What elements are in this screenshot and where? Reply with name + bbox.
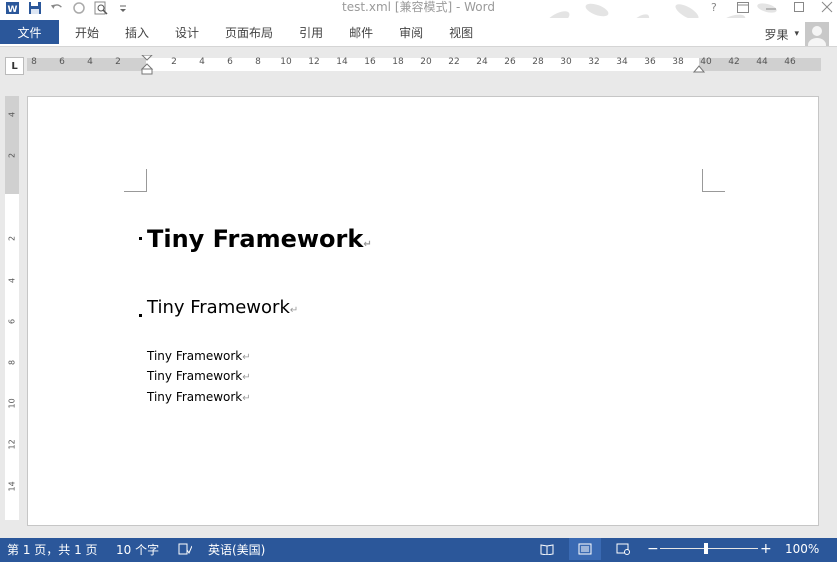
ruler-tick-label: 4 — [7, 277, 17, 284]
ribbon-tabs: 文件 开始 插入 设计 页面布局 引用 邮件 审阅 视图 罗果 ▾ — [0, 18, 837, 47]
ruler-tick-label: 6 — [7, 318, 17, 325]
close-icon[interactable] — [821, 1, 833, 13]
zoom-in-button[interactable]: + — [760, 538, 772, 560]
ruler-tick-label: 34 — [616, 57, 628, 67]
ruler-tick-label: 4 — [87, 57, 93, 67]
minimize-icon[interactable] — [765, 1, 777, 13]
ruler-tick-label: 4 — [7, 111, 17, 118]
tab-view[interactable]: 视图 — [436, 20, 486, 44]
horizontal-ruler[interactable]: L 8 6 4 2 2 4 6 8 10 12 14 16 18 20 22 24 26 28 30 32 34 36 38… — [0, 55, 837, 75]
ruler-tick-label: 14 — [7, 481, 17, 492]
web-layout-icon[interactable] — [616, 538, 630, 560]
ruler-tick-label: 30 — [560, 57, 572, 67]
tab-mailings[interactable]: 邮件 — [336, 20, 386, 44]
read-mode-icon[interactable] — [540, 538, 554, 560]
ruler-tick-label: 12 — [7, 439, 17, 450]
zoom-slider[interactable] — [660, 548, 758, 549]
zoom-slider-thumb[interactable] — [704, 543, 709, 554]
ruler-tick-label: 38 — [672, 57, 684, 67]
ruler-tick-label: 46 — [784, 57, 796, 67]
heading-bullet — [139, 314, 142, 317]
avatar — [805, 22, 829, 46]
ruler-tick-label: 8 — [255, 57, 261, 67]
ruler-tick-label: 2 — [171, 57, 177, 67]
tab-review[interactable]: 审阅 — [386, 20, 436, 44]
ruler-tick-label: 8 — [31, 57, 37, 67]
body-paragraph[interactable]: Tiny Framework↵ — [147, 390, 251, 404]
window-controls: ? — [709, 0, 833, 14]
ruler-tick-label: 14 — [336, 57, 348, 67]
indent-marker-icon[interactable] — [140, 55, 154, 75]
ruler-tick-label: 18 — [392, 57, 404, 67]
ruler-tick-label: 10 — [280, 57, 292, 67]
crop-mark-left — [124, 169, 147, 192]
zoom-out-button[interactable]: − — [647, 538, 659, 560]
tab-design[interactable]: 设计 — [162, 20, 212, 44]
ruler-tick-label: 24 — [476, 57, 488, 67]
ruler-tick-label: 44 — [756, 57, 768, 67]
ruler-tick-label: 2 — [7, 235, 17, 242]
ruler-tick-label: 10 — [7, 398, 17, 409]
ruler-tick-label: 36 — [644, 57, 656, 67]
user-name: 罗果 — [764, 27, 789, 42]
ruler-tick-label: 32 — [588, 57, 600, 67]
help-icon[interactable]: ? — [709, 1, 721, 13]
ribbon-display-icon[interactable] — [737, 1, 749, 13]
status-bar: 第 1 页，共 1 页 10 个字 英语(美国) − + 100% — [0, 538, 837, 562]
heading-bullet — [139, 237, 142, 240]
svg-text:?: ? — [711, 1, 717, 13]
ruler-tick-label: 20 — [420, 57, 432, 67]
ruler-tick-label: 6 — [59, 57, 65, 67]
tab-layout[interactable]: 页面布局 — [212, 20, 286, 44]
ruler-tick-label: 26 — [504, 57, 516, 67]
ruler-tick-label: 8 — [7, 359, 17, 366]
ruler-tick-label: 2 — [7, 152, 17, 159]
body-paragraph[interactable]: Tiny Framework↵ — [147, 369, 251, 383]
body-paragraph[interactable]: Tiny Framework↵ — [147, 349, 251, 363]
zoom-level[interactable]: 100% — [785, 538, 819, 560]
tab-file[interactable]: 文件 — [0, 20, 59, 44]
user-dropdown-icon: ▾ — [794, 29, 799, 39]
tab-insert[interactable]: 插入 — [112, 20, 162, 44]
print-layout-icon[interactable] — [578, 538, 592, 560]
tab-selector[interactable]: L — [5, 57, 24, 75]
maximize-icon[interactable] — [793, 1, 805, 13]
ruler-tick-label: 6 — [227, 57, 233, 67]
ruler-tick-label: 12 — [308, 57, 320, 67]
title-bar: W test.xml [兼容模式] - Word ? — [0, 0, 837, 36]
crop-mark-right — [702, 169, 725, 192]
ruler-tick-label: 22 — [448, 57, 460, 67]
ruler-tick-label: 2 — [115, 57, 121, 67]
language-indicator[interactable]: 英语(美国) — [208, 538, 265, 560]
document-page[interactable] — [27, 96, 819, 526]
tab-home[interactable]: 开始 — [62, 20, 112, 44]
ruler-tick-label: 16 — [364, 57, 376, 67]
ruler-tick-label: 4 — [199, 57, 205, 67]
tab-references[interactable]: 引用 — [286, 20, 336, 44]
proofing-icon[interactable] — [178, 538, 192, 560]
heading-2[interactable]: Tiny Framework↵ — [147, 297, 298, 318]
page-info[interactable]: 第 1 页，共 1 页 — [7, 538, 98, 560]
word-count[interactable]: 10 个字 — [116, 538, 159, 560]
heading-1[interactable]: Tiny Framework↵ — [147, 225, 372, 253]
ruler-tick-label: 28 — [532, 57, 544, 67]
right-indent-marker-icon[interactable] — [693, 63, 705, 73]
user-account[interactable]: 罗果 ▾ — [764, 20, 829, 48]
ruler-tick-label: 42 — [728, 57, 740, 67]
